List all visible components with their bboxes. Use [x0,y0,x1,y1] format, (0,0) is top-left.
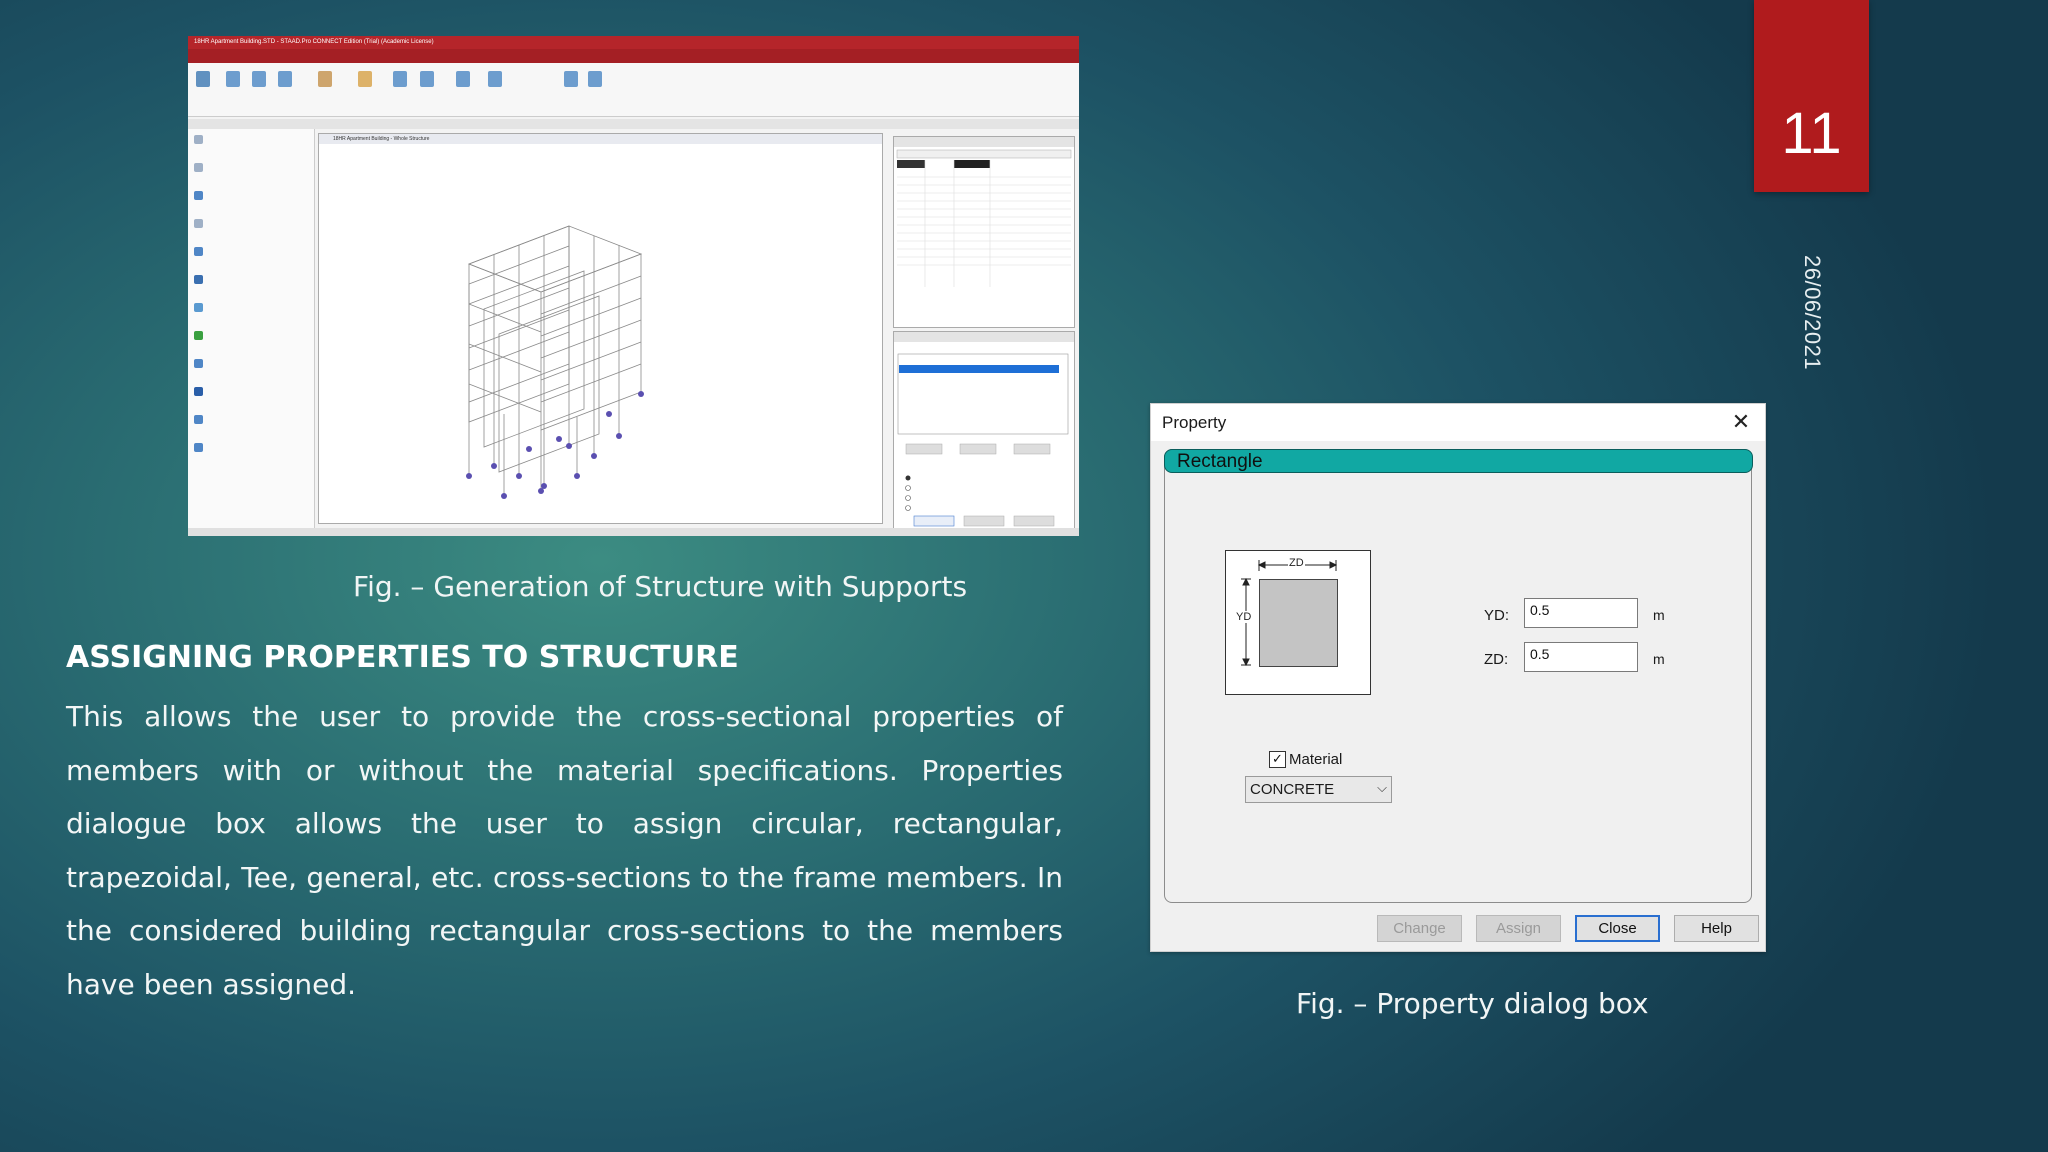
dialog-title-bar: Property ✕ [1151,404,1765,441]
chevron-down-icon: ⌵ [1377,780,1387,795]
yd-input[interactable]: 0.5 [1524,598,1638,628]
property-dialog: Property ✕ Rectangle ZD YD YD: 0.5 m ZD:… [1150,403,1766,952]
ribbon-icon [252,71,266,87]
sidebar-item [194,247,208,259]
dialog-title: Property [1162,413,1227,432]
close-button[interactable]: Close [1575,915,1660,942]
figure2-caption: Fig. – Property dialog box [1296,987,1649,1020]
structure-wireframe [466,225,644,499]
sidebar-item [194,443,208,455]
staad-supports-dialog [893,331,1075,533]
material-select-value: CONCRETE [1250,781,1335,798]
sidebar-item [194,135,208,147]
sidebar-item [194,163,208,175]
yd-unit: m [1653,607,1665,623]
zd-unit: m [1653,651,1665,667]
ribbon-icon [318,71,332,87]
sidebar-item [194,359,208,371]
shape-type-label: Rectangle [1177,451,1263,472]
staad-menu-bar [188,49,1079,63]
section-heading: ASSIGNING PROPERTIES TO STRUCTURE [66,640,739,675]
change-button[interactable]: Change [1377,915,1462,942]
zd-input[interactable]: 0.5 [1524,642,1638,672]
sidebar-item [194,331,208,343]
figure1-caption: Fig. – Generation of Structure with Supp… [353,570,968,603]
close-icon[interactable]: ✕ [1727,408,1755,436]
staad-title-bar: 18HR Apartment Building.STD - STAAD.Pro … [188,36,1079,49]
staad-model-viewport: 18HR Apartment Building - Whole Structur… [318,133,883,524]
viewport-title: 18HR Apartment Building - Whole Structur… [319,134,882,144]
help-button[interactable]: Help [1674,915,1759,942]
ribbon-icon [456,71,470,87]
sidebar-item [194,415,208,427]
section-body: This allows the user to provide the cros… [66,700,1063,1001]
slide-number-badge: 11 [1754,0,1869,192]
staad-ribbon [188,63,1079,117]
ribbon-icon [420,71,434,87]
ribbon-icon [226,71,240,87]
material-checkbox[interactable]: ✓ [1269,751,1286,768]
sidebar-item [194,275,208,287]
slide-date: 26/06/2021 [1800,255,1825,371]
staad-support-table-panel [893,136,1075,328]
cross-section-diagram: ZD YD [1225,550,1371,695]
zd-field-label: ZD: [1484,651,1509,668]
ribbon-icon [393,71,407,87]
material-select[interactable]: CONCRETE ⌵ [1245,776,1392,803]
ribbon-icon [488,71,502,87]
yd-field-label: YD: [1484,607,1510,624]
sidebar-item [194,219,208,231]
ribbon-icon [278,71,292,87]
ribbon-icon [358,71,372,87]
zd-dimension-label: ZD [1288,557,1305,569]
ribbon-icon [196,71,210,87]
material-checkbox-label: Material [1289,751,1343,768]
ribbon-icon [564,71,578,87]
slide-number: 11 [1781,101,1842,166]
staad-screenshot: 18HR Apartment Building.STD - STAAD.Pro … [188,36,1079,536]
shape-type-bar: Rectangle [1164,449,1753,473]
staad-workflow-sidebar [188,129,315,528]
sidebar-item [194,191,208,203]
sidebar-item [194,387,208,399]
sidebar-item [194,303,208,315]
assign-button[interactable]: Assign [1476,915,1561,942]
staad-workflow-tabs [188,119,1079,129]
staad-status-bar [188,528,1079,536]
ribbon-icon [588,71,602,87]
yd-dimension-label: YD [1236,611,1252,623]
